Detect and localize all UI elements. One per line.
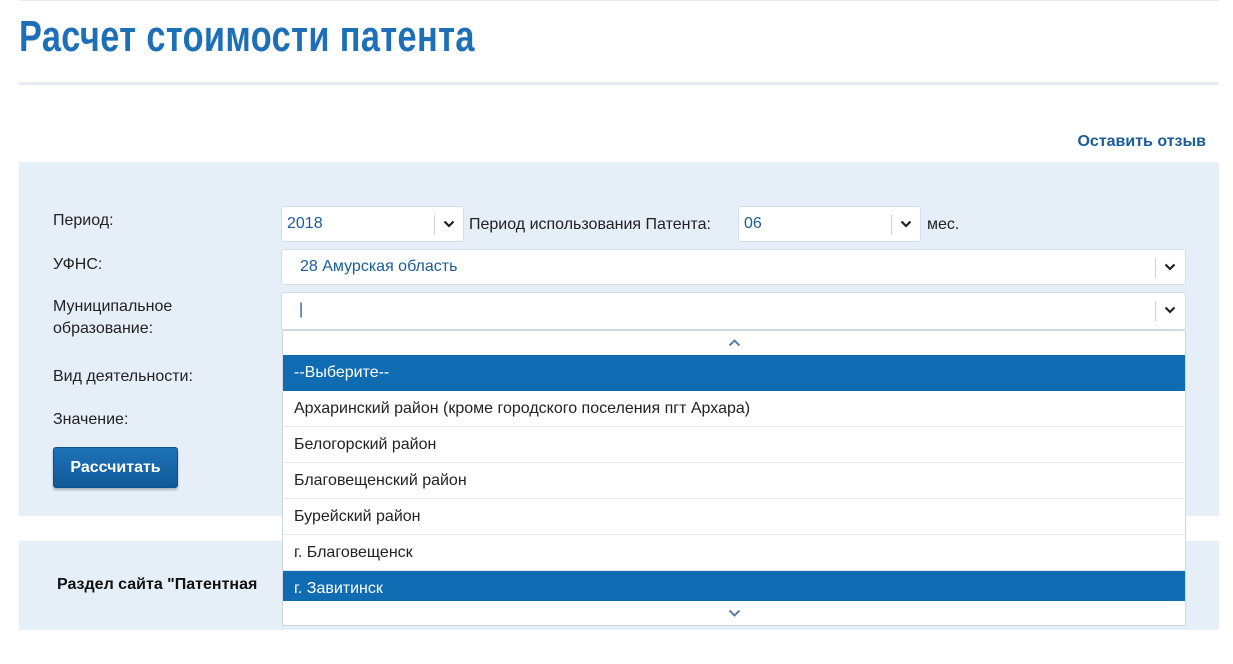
dropdown-option[interactable]: г. Завитинск (283, 571, 1185, 601)
chevron-down-icon (1158, 293, 1182, 327)
period-value: 2018 (287, 215, 323, 232)
select-separator (434, 215, 435, 235)
select-separator (891, 215, 892, 235)
dropdown-option[interactable]: Благовещенский район (283, 463, 1185, 499)
usage-period-select[interactable]: 06 (738, 206, 921, 242)
chevron-down-icon[interactable] (283, 601, 1185, 625)
title-divider (19, 82, 1219, 85)
top-divider (19, 0, 1219, 1)
usage-period-label: Период использования Патента: (469, 216, 711, 233)
municipality-dropdown-list: --Выберите-- Архаринский район (кроме го… (282, 330, 1186, 626)
chevron-down-icon (894, 207, 918, 241)
municipality-select[interactable]: | (281, 292, 1186, 330)
usage-period-unit: мес. (927, 216, 960, 233)
page-title: Расчет стоимости патента (19, 12, 475, 61)
dropdown-option[interactable]: г. Благовещенск (283, 535, 1185, 571)
ufns-select[interactable]: 28 Амурская область (281, 249, 1186, 285)
ufns-value: 28 Амурская область (300, 258, 458, 275)
dropdown-options: --Выберите-- Архаринский район (кроме го… (283, 355, 1185, 601)
period-select[interactable]: 2018 (281, 206, 464, 242)
ufns-label: УФНС: (53, 256, 103, 273)
bottom-section-text: Раздел сайта "Патентная (57, 576, 258, 593)
municipality-label: Муниципальное образование: (53, 296, 172, 340)
period-label: Период: (53, 212, 114, 229)
dropdown-option[interactable]: --Выберите-- (283, 355, 1185, 391)
select-separator (1155, 301, 1156, 321)
municipality-label-line1: Муниципальное (53, 298, 173, 315)
chevron-down-icon (1158, 250, 1182, 284)
municipality-search-input[interactable]: | (299, 293, 303, 327)
dropdown-option[interactable]: Белогорский район (283, 427, 1185, 463)
feedback-link[interactable]: Оставить отзыв (1077, 133, 1206, 151)
chevron-up-icon[interactable] (283, 331, 1185, 355)
select-separator (1155, 258, 1156, 278)
municipality-label-line2: образование: (53, 320, 154, 337)
calculate-button[interactable]: Рассчитать (53, 447, 178, 488)
value-label: Значение: (53, 411, 129, 428)
chevron-down-icon (437, 207, 461, 241)
dropdown-option[interactable]: Бурейский район (283, 499, 1185, 535)
usage-period-value: 06 (744, 215, 762, 232)
activity-label: Вид деятельности: (53, 368, 193, 385)
dropdown-option[interactable]: Архаринский район (кроме городского посе… (283, 391, 1185, 427)
